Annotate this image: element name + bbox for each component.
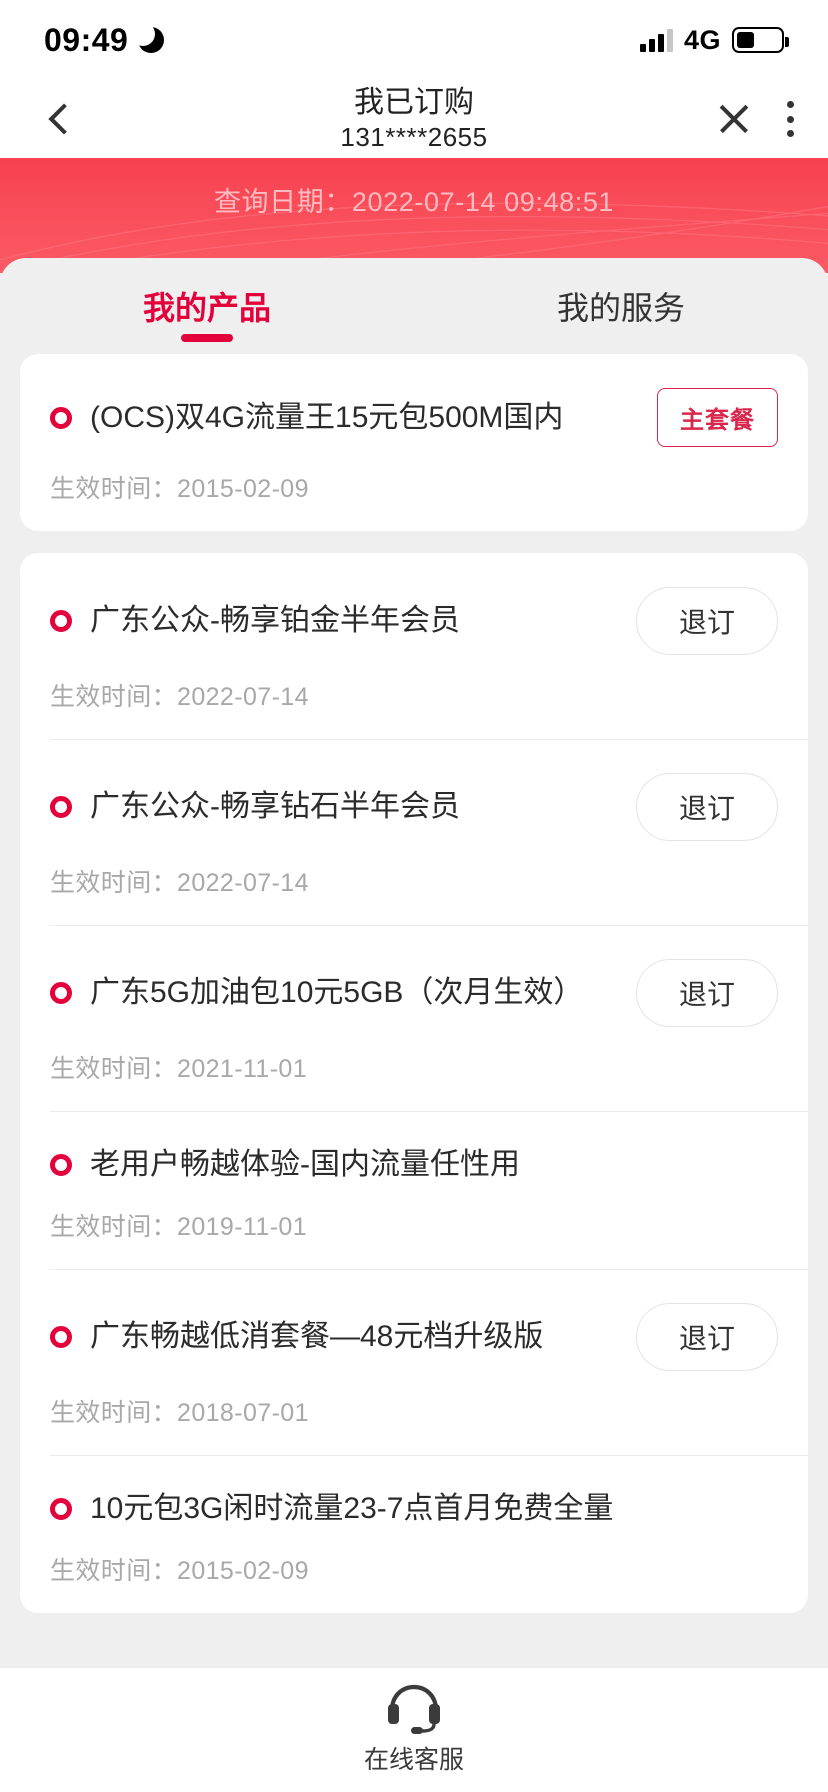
content-sheet: 我的产品 我的服务 (OCS)双4G流量王15元包500M国内 主套餐 生效时间…	[0, 258, 828, 1792]
status-bar-right: 4G	[639, 24, 789, 56]
bullet-circle-icon	[50, 406, 72, 429]
bullet-circle-icon	[50, 610, 72, 632]
status-time: 09:49	[44, 21, 129, 58]
list-item-main: 广东公众-畅享铂金半年会员 退订	[50, 587, 778, 655]
nav-bar: 我已订购 131****2655	[0, 80, 828, 158]
tab-bar: 我的产品 我的服务	[0, 258, 828, 354]
list-item[interactable]: 广东5G加油包10元5GB（次月生效） 退订 生效时间：2021-11-01	[20, 925, 808, 1111]
bullet-circle-icon	[50, 1326, 72, 1348]
list-item-main: 10元包3G闲时流量23-7点首月免费全量	[50, 1489, 778, 1529]
tab-active-underline	[181, 334, 233, 342]
tab-my-services-label: 我的服务	[556, 290, 685, 326]
list-item[interactable]: 广东畅越低消套餐—48元档升级版 退订 生效时间：2018-07-01	[20, 1269, 808, 1455]
tab-my-products-label: 我的产品	[142, 290, 271, 326]
product-title: 广东公众-畅享铂金半年会员	[90, 604, 460, 637]
unsubscribe-button[interactable]: 退订	[635, 959, 778, 1027]
query-date-banner: 查询日期：2022-07-14 09:48:51	[0, 158, 828, 273]
effective-time: 生效时间：2022-07-14	[50, 683, 309, 711]
chevron-left-icon	[48, 103, 80, 135]
nav-title-block: 我已订购 131****2655	[0, 85, 828, 153]
product-list[interactable]: (OCS)双4G流量王15元包500M国内 主套餐 生效时间：2015-02-0…	[0, 354, 828, 1613]
page-title: 我已订购	[354, 86, 474, 119]
product-card-group: 广东公众-畅享铂金半年会员 退订 生效时间：2022-07-14 广东公众-畅享…	[20, 553, 808, 1613]
list-item-main: 老用户畅越体验-国内流量任性用	[50, 1145, 778, 1185]
product-title: 广东畅越低消套餐—48元档升级版	[90, 1320, 544, 1353]
effective-time: 生效时间：2022-07-14	[50, 869, 309, 897]
product-title: 10元包3G闲时流量23-7点首月免费全量	[90, 1492, 614, 1525]
effective-time: 生效时间：2021-11-01	[50, 1055, 308, 1083]
bullet-circle-icon	[50, 796, 72, 818]
network-type-label: 4G	[683, 24, 721, 55]
tab-my-services[interactable]: 我的服务	[414, 283, 828, 329]
battery-icon	[732, 27, 789, 53]
product-card-group: (OCS)双4G流量王15元包500M国内 主套餐 生效时间：2015-02-0…	[20, 354, 808, 531]
phone-number-label: 131****2655	[340, 122, 488, 152]
unsubscribe-button[interactable]: 退订	[635, 587, 778, 655]
effective-time: 生效时间：2019-11-01	[50, 1213, 308, 1241]
list-item[interactable]: 10元包3G闲时流量23-7点首月免费全量 生效时间：2015-02-09	[20, 1455, 808, 1613]
list-item-main: 广东公众-畅享钻石半年会员 退订	[50, 773, 778, 841]
list-item[interactable]: 老用户畅越体验-国内流量任性用 生效时间：2019-11-01	[20, 1111, 808, 1269]
signal-strength-icon	[639, 28, 673, 52]
product-title: (OCS)双4G流量王15元包500M国内	[90, 400, 564, 434]
list-item[interactable]: (OCS)双4G流量王15元包500M国内 主套餐 生效时间：2015-02-0…	[20, 354, 808, 531]
effective-time: 生效时间：2015-02-09	[50, 1557, 309, 1585]
effective-time: 生效时间：2015-02-09	[50, 475, 309, 503]
list-item[interactable]: 广东公众-畅享铂金半年会员 退订 生效时间：2022-07-14	[20, 553, 808, 739]
product-title: 老用户畅越体验-国内流量任性用	[90, 1148, 520, 1181]
headset-icon	[388, 1684, 440, 1734]
main-package-badge: 主套餐	[657, 388, 778, 447]
kebab-menu-icon[interactable]	[786, 101, 794, 137]
unsubscribe-button[interactable]: 退订	[635, 773, 778, 841]
bullet-circle-icon	[50, 982, 72, 1004]
back-button[interactable]	[34, 89, 94, 149]
list-item-main: 广东5G加油包10元5GB（次月生效） 退订	[50, 959, 778, 1027]
status-bar: 09:49 4G	[0, 0, 828, 80]
product-title: 广东公众-畅享钻石半年会员	[90, 790, 460, 823]
list-item[interactable]: 广东公众-畅享钻石半年会员 退订 生效时间：2022-07-14	[20, 739, 808, 925]
bullet-circle-icon	[50, 1498, 72, 1520]
bottom-bar[interactable]: 在线客服	[0, 1667, 828, 1792]
close-icon[interactable]	[716, 101, 752, 137]
phone-screen: 09:49 4G 我已订购 131****2655 查询日期：2022-07-1…	[0, 0, 828, 1792]
query-date-text: 查询日期：2022-07-14 09:48:51	[213, 187, 615, 217]
product-title: 广东5G加油包10元5GB（次月生效）	[90, 976, 584, 1009]
list-item-main: 广东畅越低消套餐—48元档升级版 退订	[50, 1303, 778, 1371]
bullet-circle-icon	[50, 1154, 72, 1176]
crescent-moon-icon	[131, 22, 165, 53]
status-bar-left: 09:49	[44, 21, 165, 59]
nav-actions	[716, 101, 794, 137]
unsubscribe-button[interactable]: 退订	[635, 1303, 778, 1371]
effective-time: 生效时间：2018-07-01	[50, 1399, 309, 1427]
bottom-bar-label: 在线客服	[363, 1746, 464, 1774]
tab-my-products[interactable]: 我的产品	[0, 283, 414, 342]
list-item-main: (OCS)双4G流量王15元包500M国内 主套餐	[50, 388, 778, 447]
